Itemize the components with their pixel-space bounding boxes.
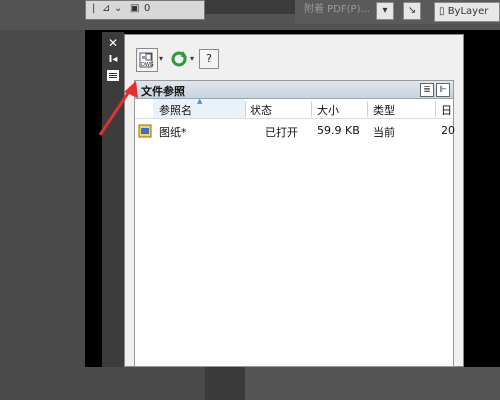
file-references-header: 文件参照 ≣ ⊩	[135, 81, 453, 99]
refresh-dropdown-icon[interactable]: ▾	[190, 54, 194, 63]
file-references-group: 文件参照 ≣ ⊩ ▲ 参照名 状态 大小 类型 日 图纸* 已打开 59.9 K…	[134, 80, 455, 367]
column-separator[interactable]	[367, 101, 368, 117]
column-separator[interactable]	[245, 101, 246, 117]
attach-dropdown-icon[interactable]: ▾	[159, 54, 163, 63]
column-type[interactable]: 类型	[373, 102, 395, 118]
background-input: | ⊿ ⌄ ▣ 0	[85, 0, 205, 20]
type-cell: 当前	[373, 126, 395, 139]
layer-combo-value: ByLayer	[447, 6, 489, 17]
help-icon: ?	[206, 52, 212, 65]
file-references-title: 文件参照	[141, 85, 185, 98]
match-properties-icon[interactable]: ↘	[403, 2, 421, 20]
status-cell: 已打开	[265, 126, 298, 139]
svg-text:DWG: DWG	[141, 62, 154, 68]
close-icon[interactable]: ✕	[106, 36, 120, 50]
date-cell: 20	[441, 124, 455, 137]
column-reference-name[interactable]: 参照名	[159, 102, 192, 118]
column-date[interactable]: 日	[441, 102, 452, 118]
attach-dwg-icon: DWG	[137, 52, 157, 75]
help-button[interactable]: ?	[199, 49, 219, 69]
layer-combo[interactable]: ▯ ByLayer	[434, 2, 500, 22]
tree-view-icon[interactable]: ⊩	[436, 83, 450, 97]
column-header-row: ▲ 参照名 状态 大小 类型 日	[135, 97, 453, 119]
background-strip	[205, 367, 245, 400]
autohide-icon[interactable]: I◂	[106, 53, 120, 67]
table-row[interactable]: 图纸* 已打开 59.9 KB 当前 20	[135, 121, 455, 141]
refresh-button[interactable]	[169, 49, 189, 69]
column-status[interactable]: 状态	[250, 102, 272, 118]
size-cell: 59.9 KB	[317, 124, 360, 137]
annotation-arrow	[98, 81, 138, 136]
attach-pdf-menu-item[interactable]: 附着 PDF(P)...	[304, 0, 370, 15]
sort-ascending-icon: ▲	[197, 97, 203, 105]
column-size[interactable]: 大小	[317, 102, 339, 118]
reference-name-cell: 图纸*	[159, 126, 187, 139]
refresh-icon	[169, 51, 189, 73]
background-gap	[205, 0, 295, 14]
background-strip	[245, 367, 500, 400]
small-dropdown-icon[interactable]: ▾	[376, 2, 394, 20]
column-separator[interactable]	[435, 101, 436, 117]
column-separator[interactable]	[311, 101, 312, 117]
list-view-icon[interactable]: ≣	[420, 83, 434, 97]
attach-dwg-button[interactable]: DWG	[136, 48, 158, 72]
